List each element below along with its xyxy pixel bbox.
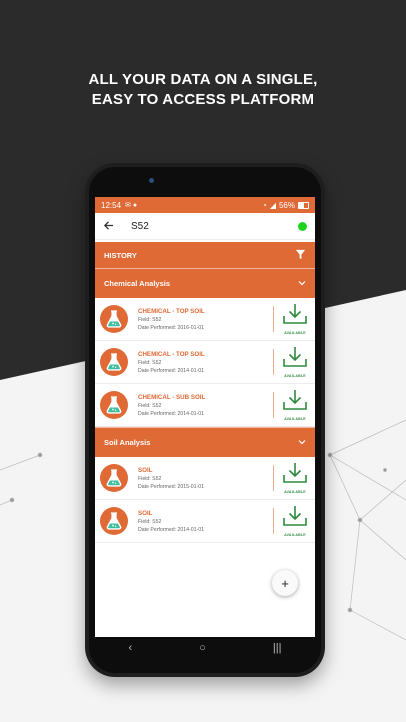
- item-field: Field: S52: [138, 402, 162, 409]
- section-title: Chemical Analysis: [104, 279, 171, 288]
- back-arrow-icon[interactable]: [103, 219, 119, 234]
- item-date: Date Performed: 2016-01-01: [138, 324, 205, 331]
- item-date: Date Performed: 2014-01-01: [138, 526, 205, 533]
- notification-icons: ✉ ●: [125, 202, 138, 209]
- item-field: Field: S52: [138, 316, 162, 323]
- divider: [273, 306, 274, 332]
- item-info: CHEMICAL - SUB SOIL Field: S52 Date Perfor…: [138, 394, 273, 417]
- nav-home-button[interactable]: ○: [199, 642, 206, 654]
- item-info: SOIL Field: S52 Date Performed: 2014-01-01: [138, 510, 273, 533]
- download-status: AVAILABLE: [284, 490, 306, 494]
- divider: [273, 349, 274, 375]
- download-icon: [282, 505, 308, 532]
- list-item[interactable]: SOIL Field: S52 Date Performed: 2014-01-01…: [95, 500, 315, 543]
- download-status: AVAILABLE: [284, 533, 306, 537]
- download-button[interactable]: AVAILABLE: [280, 505, 310, 537]
- filter-icon[interactable]: [295, 249, 306, 262]
- item-field: Field: S52: [138, 359, 162, 366]
- download-button[interactable]: AVAILABLE: [280, 303, 310, 335]
- download-icon: [282, 462, 308, 489]
- status-time: 12:54: [101, 200, 122, 210]
- list-item[interactable]: CHEMICAL - SUB SOIL Field: S52 Date Perfor…: [95, 384, 315, 427]
- download-icon: [282, 389, 308, 416]
- page-title: S52: [131, 220, 149, 232]
- headline-line-1: ALL YOUR DATA ON A SINGLE,: [88, 71, 318, 88]
- flask-icon: [100, 348, 128, 376]
- download-status: AVAILABLE: [284, 374, 306, 378]
- download-icon: [282, 346, 308, 373]
- history-label: HISTORY: [104, 250, 137, 260]
- nav-back-button[interactable]: ‹: [129, 642, 133, 654]
- item-name: CHEMICAL - TOP SOIL: [138, 307, 205, 315]
- add-button[interactable]: +: [272, 570, 298, 596]
- wifi-icon: ◔: [261, 200, 267, 210]
- item-info: CHEMICAL - TOP SOIL Field: S52 Date Perfor…: [138, 308, 273, 331]
- item-field: Field: S52: [138, 518, 162, 525]
- flask-icon: [100, 305, 128, 333]
- section-header[interactable]: Chemical Analysis: [95, 268, 315, 298]
- chevron-down-icon[interactable]: [298, 279, 306, 288]
- signal-icon: ◢: [269, 200, 276, 210]
- download-icon: [282, 303, 308, 330]
- section-title: Soil Analysis: [104, 438, 151, 447]
- app-bar: S52: [95, 213, 315, 240]
- item-date: Date Performed: 2015-01-01: [138, 483, 205, 490]
- download-button[interactable]: AVAILABLE: [280, 346, 310, 378]
- item-name: CHEMICAL - SUB SOIL: [138, 393, 206, 401]
- divider: [273, 508, 274, 534]
- divider: [273, 392, 274, 418]
- item-name: SOIL: [138, 466, 153, 474]
- flask-icon: [100, 464, 128, 492]
- download-button[interactable]: AVAILABLE: [280, 389, 310, 421]
- item-date: Date Performed: 2014-01-01: [138, 410, 205, 417]
- flask-icon: [100, 391, 128, 419]
- headline-line-2: EASY TO ACCESS PLATFORM: [91, 91, 315, 108]
- status-right: ◔ ◢ 56%: [262, 201, 309, 210]
- headline: ALL YOUR DATA ON A SINGLE, EASY TO ACCES…: [0, 70, 406, 110]
- list-item[interactable]: SOIL Field: S52 Date Performed: 2015-01-01…: [95, 457, 315, 500]
- status-bar: 12:54 ✉ ● ◔ ◢ 56%: [95, 197, 315, 213]
- battery-percent: 56%: [278, 200, 295, 210]
- download-button[interactable]: AVAILABLE: [280, 462, 310, 494]
- list-item[interactable]: CHEMICAL - TOP SOIL Field: S52 Date Perfor…: [95, 298, 315, 341]
- history-list: Chemical Analysis CHEMICAL - TOP SOIL Fiel…: [95, 268, 315, 543]
- item-name: CHEMICAL - TOP SOIL: [138, 350, 205, 358]
- battery-icon: [298, 201, 309, 209]
- item-name: SOIL: [138, 509, 153, 517]
- nav-recents-button[interactable]: |||: [273, 642, 282, 654]
- item-date: Date Performed: 2014-01-01: [138, 367, 205, 374]
- phone-screen: 12:54 ✉ ● ◔ ◢ 56% S52 HISTORY Chemical A…: [95, 197, 315, 637]
- item-info: SOIL Field: S52 Date Performed: 2015-01-01: [138, 467, 273, 490]
- list-item[interactable]: CHEMICAL - TOP SOIL Field: S52 Date Perfor…: [95, 341, 315, 384]
- android-nav-bar: ‹ ○ |||: [95, 637, 315, 659]
- chevron-down-icon[interactable]: [298, 438, 306, 447]
- flask-icon: [100, 507, 128, 535]
- connection-status-dot: [298, 221, 307, 231]
- download-status: AVAILABLE: [284, 331, 306, 335]
- download-status: AVAILABLE: [284, 417, 306, 421]
- item-field: Field: S52: [138, 475, 162, 482]
- section-header[interactable]: Soil Analysis: [95, 427, 315, 457]
- front-camera: [149, 178, 154, 183]
- item-info: CHEMICAL - TOP SOIL Field: S52 Date Perfor…: [138, 351, 273, 374]
- divider: [273, 465, 274, 491]
- history-bar: HISTORY: [95, 242, 315, 268]
